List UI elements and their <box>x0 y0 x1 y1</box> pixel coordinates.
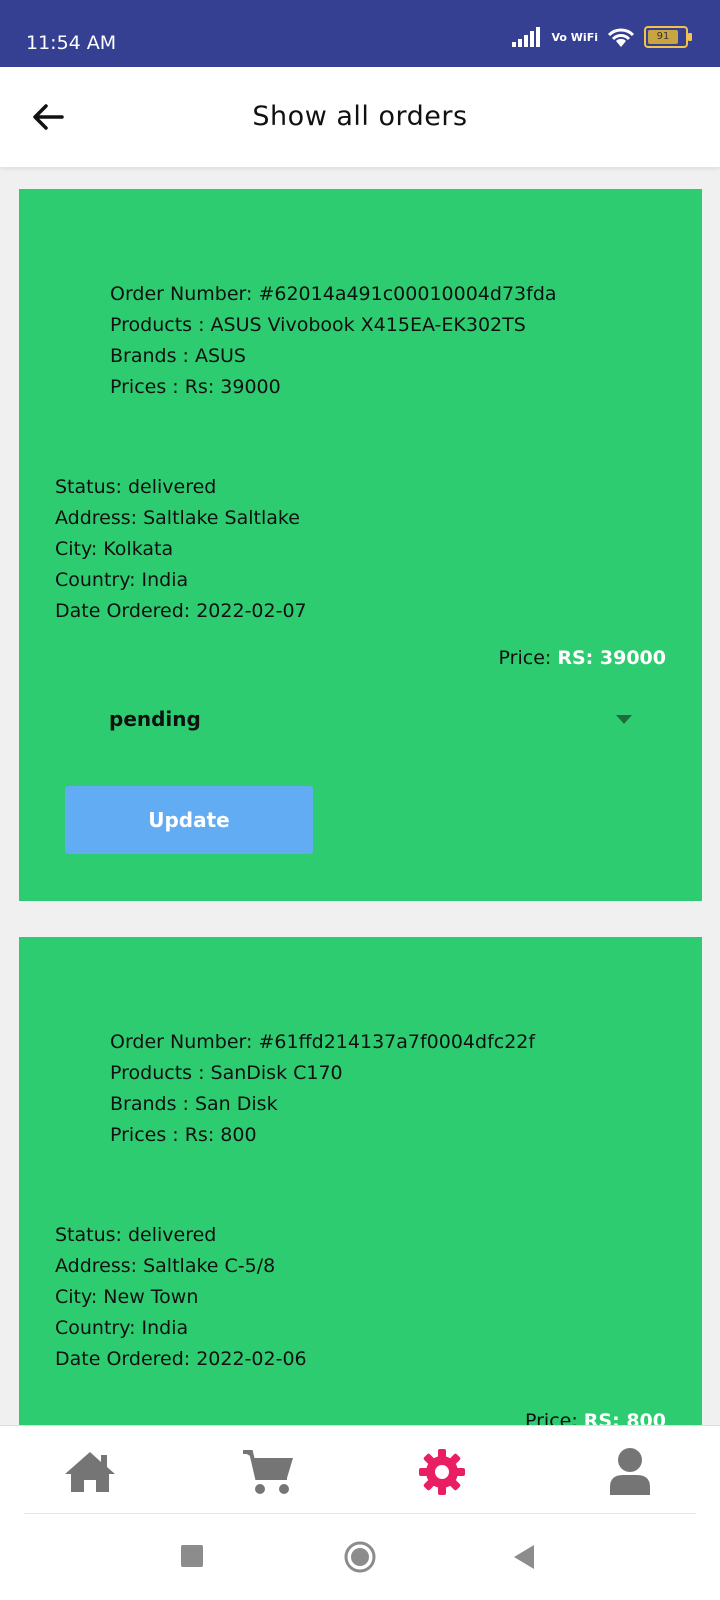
nav-cart[interactable] <box>238 1446 298 1498</box>
app-bar: Show all orders <box>0 67 720 167</box>
bottom-navigation <box>0 1425 720 1514</box>
wifi-icon <box>607 28 635 47</box>
vowifi-label: Vo WiFi <box>551 30 599 44</box>
price-label: Price: <box>498 647 552 669</box>
order-shipping-details: Status: delivered Address: Saltlake C-5/… <box>55 1220 307 1375</box>
order-number: Order Number: #62014a491c00010004d73fda <box>110 283 557 305</box>
order-brands: Brands : ASUS <box>110 345 246 367</box>
order-brands: Brands : San Disk <box>110 1093 278 1115</box>
nav-profile[interactable] <box>600 1446 660 1498</box>
status-dropdown[interactable]: pending <box>89 701 632 741</box>
recent-apps-icon[interactable] <box>180 1544 204 1568</box>
order-prices: Prices : Rs: 800 <box>110 1124 257 1146</box>
dropdown-arrow-icon <box>616 715 632 724</box>
nav-home[interactable] <box>60 1446 120 1498</box>
home-button-icon[interactable] <box>343 1540 377 1574</box>
order-city: City: Kolkata <box>55 538 174 560</box>
order-card: Order Number: #61ffd214137a7f0004dfc22f … <box>19 937 702 1432</box>
order-address: Address: Saltlake Saltlake <box>55 507 300 529</box>
order-date: Date Ordered: 2022-02-07 <box>55 600 307 622</box>
cart-icon <box>243 1450 293 1494</box>
status-icons: Vo WiFi 91 <box>511 26 692 48</box>
order-address: Address: Saltlake C-5/8 <box>55 1255 276 1277</box>
order-status: Status: delivered <box>55 1224 217 1246</box>
order-country: Country: India <box>55 1317 189 1339</box>
order-products: Products : ASUS Vivobook X415EA-EK302TS <box>110 314 526 336</box>
page-title: Show all orders <box>252 101 468 132</box>
order-prices: Prices : Rs: 39000 <box>110 376 281 398</box>
order-city: City: New Town <box>55 1286 199 1308</box>
order-shipping-details: Status: delivered Address: Saltlake Salt… <box>55 472 307 627</box>
order-status: Status: delivered <box>55 476 217 498</box>
battery-icon: 91 <box>644 26 692 48</box>
order-products: Products : SanDisk C170 <box>110 1062 343 1084</box>
status-time: 11:54 AM <box>26 32 117 54</box>
order-total: Price: RS: 39000 <box>499 647 666 669</box>
order-summary: Order Number: #61ffd214137a7f0004dfc22f … <box>110 1027 535 1151</box>
signal-icon <box>511 27 540 47</box>
back-button-icon[interactable] <box>512 1543 536 1571</box>
order-summary: Order Number: #62014a491c00010004d73fda … <box>110 279 557 403</box>
settings-icon <box>419 1449 465 1495</box>
price-value: RS: 39000 <box>557 647 666 669</box>
home-icon <box>65 1452 115 1492</box>
order-country: Country: India <box>55 569 189 591</box>
order-card: Order Number: #62014a491c00010004d73fda … <box>19 189 702 901</box>
status-dropdown-value: pending <box>109 707 201 731</box>
update-button[interactable]: Update <box>65 786 313 854</box>
order-number: Order Number: #61ffd214137a7f0004dfc22f <box>110 1031 536 1053</box>
system-navigation-bar <box>0 1514 720 1600</box>
status-bar: 11:54 AM Vo WiFi 91 <box>0 0 720 67</box>
nav-settings[interactable] <box>412 1446 472 1498</box>
order-date: Date Ordered: 2022-02-06 <box>55 1348 307 1370</box>
profile-icon <box>610 1448 650 1495</box>
battery-level: 91 <box>648 30 678 44</box>
